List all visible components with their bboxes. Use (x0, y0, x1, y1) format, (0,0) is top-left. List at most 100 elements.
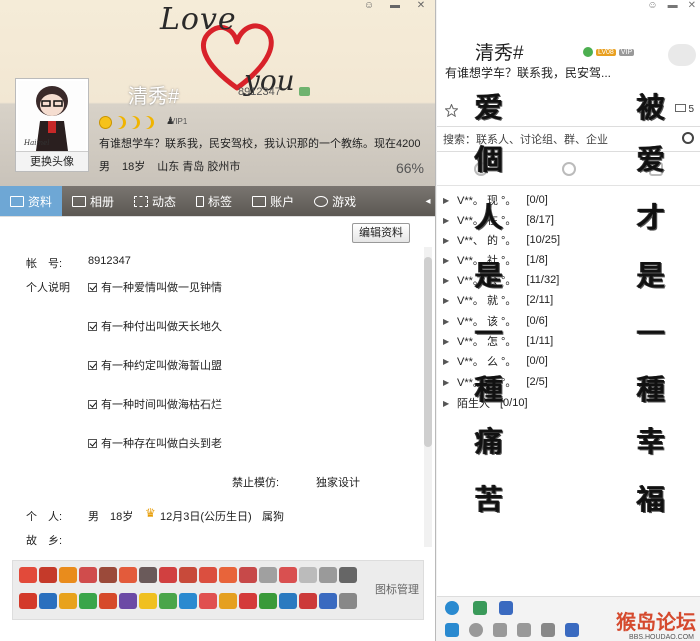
service-badge-icon[interactable] (39, 567, 57, 583)
group-name: V**。 么 °。 (457, 356, 517, 368)
skin-icon[interactable]: ☺ (647, 0, 657, 11)
tab-scroll-left-icon[interactable]: ◂ (420, 186, 435, 216)
level-badge[interactable]: LV08 (596, 48, 616, 56)
settings-gear-icon[interactable] (469, 623, 483, 637)
message-manager-icon[interactable] (517, 623, 531, 637)
edit-profile-button[interactable]: 编辑资料 (352, 223, 410, 243)
group-count: [0/0] (526, 355, 548, 367)
service-badge-icon[interactable] (259, 593, 277, 609)
mail-count[interactable]: 5 (675, 104, 694, 115)
tab-tags[interactable]: 标签 (186, 186, 242, 216)
minimize-icon[interactable]: ▬ (668, 0, 678, 11)
contact-group[interactable]: ▶ V**。 就 °。 [2/11] (443, 292, 553, 308)
avatar[interactable]: Haimel 更换头像 (15, 78, 89, 172)
tab-account[interactable]: 账户 (242, 186, 304, 216)
file-icon[interactable] (541, 623, 555, 637)
service-badge-icon[interactable] (239, 593, 257, 609)
collapse-arrow-icon: ▶ (443, 377, 450, 387)
profile-content: 编辑资料 帐 号: 8912347 个人说明 有一种爱情叫做一见钟情 有一种付出… (0, 216, 435, 556)
service-badge-icon[interactable] (219, 567, 237, 583)
tab-label: 账户 (270, 194, 295, 209)
service-badge-icon[interactable] (99, 567, 117, 583)
service-badge-icon[interactable] (279, 567, 297, 583)
service-badge-icon[interactable] (99, 593, 117, 609)
service-badge-icon[interactable] (179, 593, 197, 609)
description-label: 个人说明 (26, 282, 70, 294)
service-badge-icon[interactable] (159, 567, 177, 583)
online-status-icon[interactable] (583, 47, 593, 57)
profile-banner: Love you ☺ ▬ ✕ Haimel 更换头像 清秀# 8912347 ♟… (0, 0, 435, 186)
mobile-qq-icon[interactable] (299, 87, 310, 96)
service-badge-icon[interactable] (339, 593, 357, 609)
close-icon[interactable]: ✕ (412, 0, 430, 12)
checkbox-icon (88, 282, 97, 292)
tab-feed[interactable]: 动态 (124, 186, 186, 216)
skin-icon[interactable]: ☺ (360, 0, 378, 12)
computer-icon[interactable] (499, 601, 513, 615)
main-nickname[interactable]: 清秀# (475, 38, 524, 65)
list-icon (134, 195, 149, 207)
service-badge-icon[interactable] (339, 567, 357, 583)
tab-groups[interactable] (525, 152, 613, 185)
description-text: 有一种时间叫做海枯石烂 (101, 399, 222, 411)
no-copy-value: 独家设计 (316, 477, 360, 489)
status-icons: LV08 VIP (583, 47, 635, 57)
star-icon[interactable] (445, 104, 458, 117)
service-badge-icon[interactable] (299, 593, 317, 609)
service-badge-icon[interactable] (159, 593, 177, 609)
service-badge-icon[interactable] (39, 593, 57, 609)
minimize-icon[interactable]: ▬ (386, 0, 404, 12)
poem-right-char: 是 (637, 259, 666, 292)
weather-cloud-icon[interactable] (668, 44, 696, 66)
security-shield-icon[interactable] (565, 623, 579, 637)
poem-right-char: 被 (637, 91, 666, 124)
service-badge-icon[interactable] (139, 567, 157, 583)
search-icon[interactable] (682, 132, 694, 144)
service-badge-icon[interactable] (279, 593, 297, 609)
service-badge-icon[interactable] (199, 593, 217, 609)
content-scrollbar[interactable] (424, 247, 432, 547)
crown-icon: ♛ (145, 506, 156, 520)
description-line: 有一种爱情叫做一见钟情 (88, 279, 222, 295)
service-badge-icon[interactable] (319, 593, 337, 609)
tab-games[interactable]: 游戏 (304, 186, 366, 216)
scroll-thumb[interactable] (424, 257, 432, 447)
vip-badge[interactable]: VIP1 (170, 117, 187, 126)
vip-badge[interactable]: VIP (618, 48, 635, 56)
close-icon[interactable]: ✕ (688, 0, 696, 11)
main-menu-icon[interactable] (445, 623, 459, 637)
contact-group[interactable]: ▶ V**。 么 °。 [0/0] (443, 353, 548, 369)
service-badge-icon[interactable] (59, 593, 77, 609)
service-badge-icon[interactable] (239, 567, 257, 583)
service-badge-icon[interactable] (59, 567, 77, 583)
service-badge-icon[interactable] (79, 567, 97, 583)
service-badge-icon[interactable] (319, 567, 337, 583)
browser-icon[interactable] (445, 601, 459, 615)
tab-album[interactable]: 相册 (62, 186, 124, 216)
service-badge-icon[interactable] (119, 593, 137, 609)
group-count: [2/11] (526, 294, 554, 306)
tab-profile[interactable]: 资料 (0, 186, 63, 216)
main-signature[interactable]: 有谁想学车？联系我，民安驾... (445, 64, 611, 81)
avatar-illustration-icon: Haimel (23, 86, 68, 151)
service-badge-icon[interactable] (179, 567, 197, 583)
collapse-arrow-icon: ▶ (443, 336, 450, 346)
poem-left-char: 人 (475, 201, 504, 234)
poem-left-char: 爱 (475, 91, 504, 124)
service-badge-icon[interactable] (199, 567, 217, 583)
photo-app-icon[interactable] (473, 601, 487, 615)
service-badge-icon[interactable] (219, 593, 237, 609)
icon-manage-link[interactable]: 图标管理 (375, 581, 419, 597)
service-badge-icon[interactable] (19, 567, 37, 583)
service-badge-icon[interactable] (139, 593, 157, 609)
description-line: 有一种付出叫做天长地久 (88, 318, 222, 334)
service-badge-icon[interactable] (119, 567, 137, 583)
service-badge-icon[interactable] (299, 567, 317, 583)
level-icons[interactable]: ♟ (99, 116, 175, 129)
photo-icon (72, 195, 87, 207)
service-badge-icon[interactable] (79, 593, 97, 609)
service-badge-icon[interactable] (19, 593, 37, 609)
volume-icon[interactable] (493, 623, 507, 637)
service-badge-icon[interactable] (259, 567, 277, 583)
change-avatar-button[interactable]: 更换头像 (16, 151, 88, 171)
